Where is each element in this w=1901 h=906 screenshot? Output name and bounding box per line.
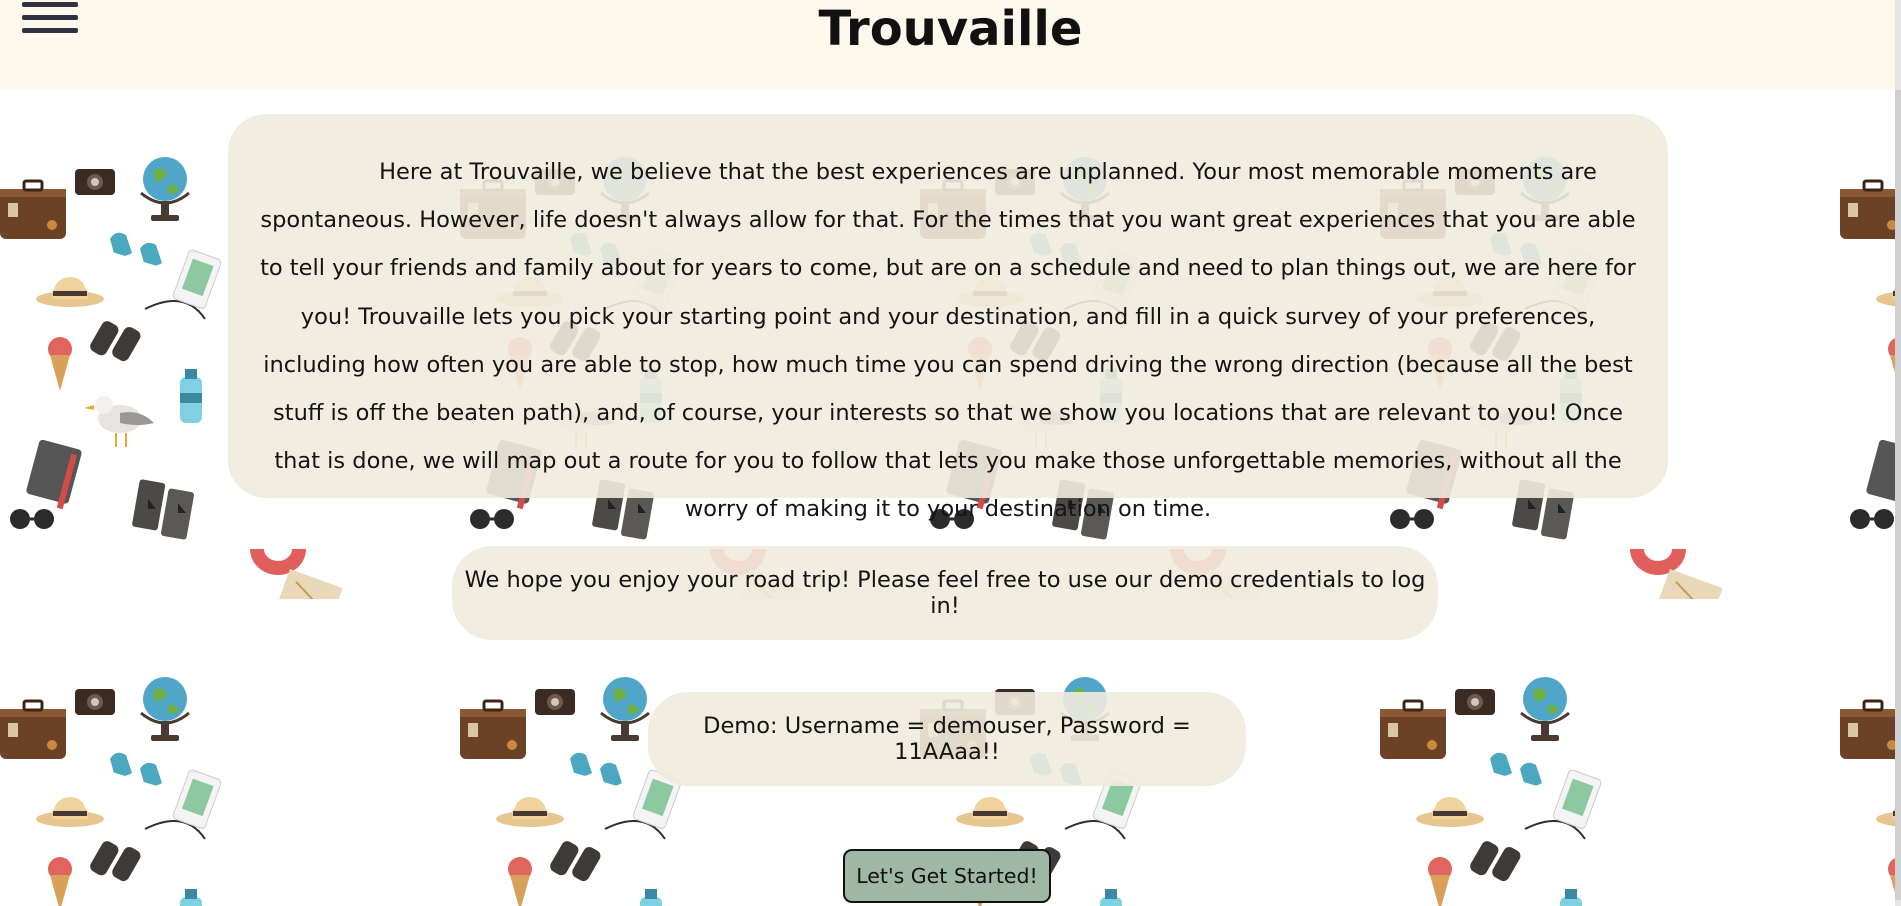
top-header: Trouvaille (0, 0, 1901, 89)
get-started-button[interactable]: Let's Get Started! (843, 849, 1051, 903)
demo-credentials-card: Demo: Username = demouser, Password = 11… (648, 692, 1246, 786)
page-scrollbar[interactable] (1895, 0, 1901, 906)
intro-card: Here at Trouvaille, we believe that the … (228, 114, 1668, 522)
scrollbar-thumb[interactable] (1895, 90, 1901, 900)
enjoy-card: We hope you enjoy your road trip! Please… (452, 546, 1438, 640)
demo-credentials-text: Demo: Username = demouser, Password = 11… (703, 713, 1191, 765)
enjoy-text: We hope you enjoy your road trip! Please… (464, 567, 1426, 619)
app-title: Trouvaille (818, 1, 1083, 57)
intro-text: Here at Trouvaille, we believe that the … (260, 159, 1636, 523)
